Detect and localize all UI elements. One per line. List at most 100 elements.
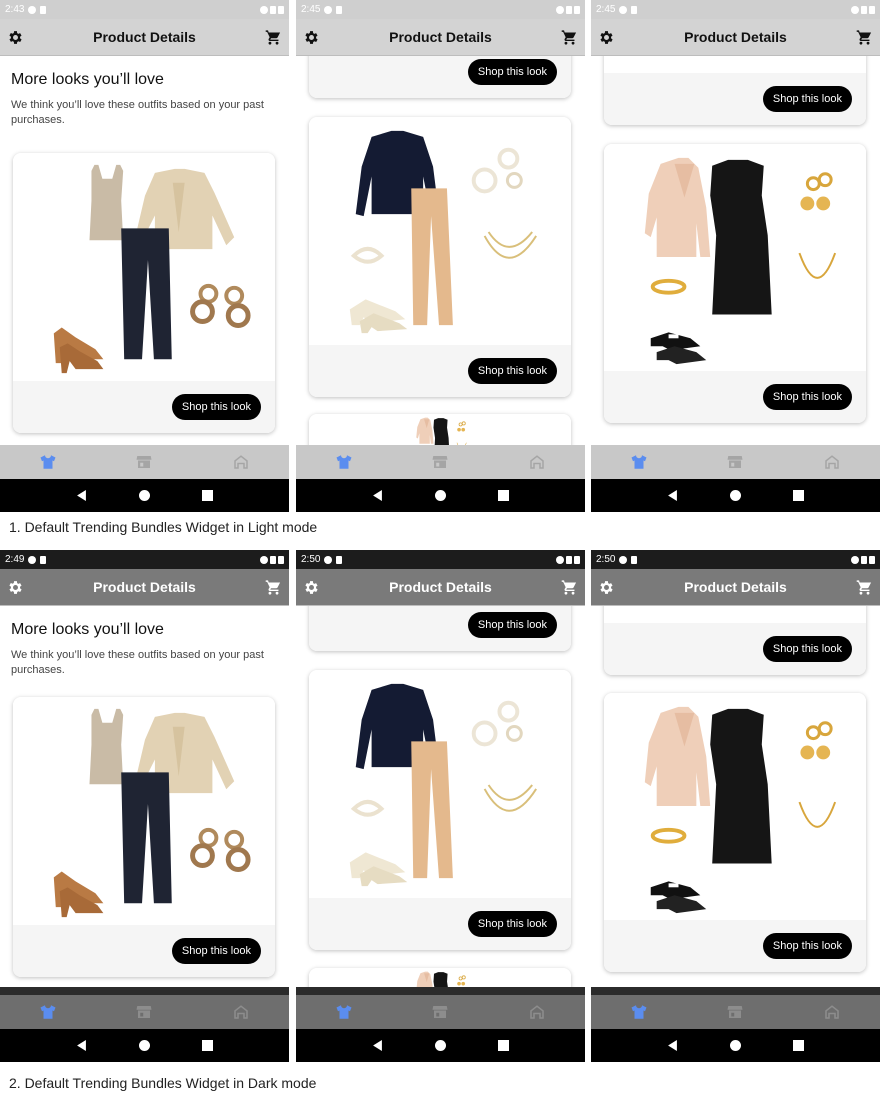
- nav-item-looks[interactable]: [28, 1003, 68, 1021]
- nav-item-looks[interactable]: [619, 453, 659, 471]
- gear-icon[interactable]: [598, 29, 615, 46]
- home-circle-icon[interactable]: [435, 1040, 446, 1051]
- gear-icon[interactable]: [598, 579, 615, 596]
- look-card[interactable]: Shop this look: [309, 56, 571, 98]
- look-card[interactable]: Shop this look: [604, 144, 866, 423]
- nav-item-store[interactable]: [715, 1003, 755, 1021]
- look-card[interactable]: Shop this look: [604, 56, 866, 125]
- home-circle-icon[interactable]: [139, 490, 150, 501]
- nav-item-looks[interactable]: [324, 453, 364, 471]
- shop-this-look-button[interactable]: Shop this look: [467, 911, 557, 937]
- home-circle-icon[interactable]: [730, 1040, 741, 1051]
- recents-square-icon[interactable]: [498, 1040, 509, 1051]
- content-area[interactable]: Shop this look Shop this look: [296, 56, 585, 445]
- shop-this-look-button[interactable]: Shop this look: [762, 384, 852, 410]
- home-circle-icon[interactable]: [435, 490, 446, 501]
- battery-icon: [574, 5, 580, 14]
- back-triangle-icon[interactable]: [372, 1040, 383, 1051]
- look-card[interactable]: Shop this look: [13, 153, 275, 433]
- back-triangle-icon[interactable]: [76, 490, 87, 501]
- recents-square-icon[interactable]: [498, 490, 509, 501]
- content-area[interactable]: Shop this look Shop this look: [591, 56, 880, 445]
- signal-icon: [861, 5, 867, 14]
- status-bar: 2:45: [591, 0, 880, 19]
- recents-square-icon[interactable]: [793, 1040, 804, 1051]
- status-bar: 2:49: [0, 550, 289, 569]
- gear-icon[interactable]: [7, 29, 24, 46]
- wifi-icon: [556, 555, 564, 564]
- nav-item-home[interactable]: [221, 453, 261, 471]
- gear-icon[interactable]: [7, 579, 24, 596]
- nav-item-looks[interactable]: [28, 453, 68, 471]
- cart-icon[interactable]: [265, 579, 282, 596]
- shop-this-look-button[interactable]: Shop this look: [467, 358, 557, 384]
- nav-item-home[interactable]: [517, 453, 557, 471]
- recents-square-icon[interactable]: [202, 490, 213, 501]
- look-card[interactable]: Shop this look: [13, 697, 275, 977]
- cart-icon[interactable]: [561, 579, 578, 596]
- notification-icon: [28, 555, 37, 564]
- system-nav: [591, 479, 880, 512]
- nav-item-home[interactable]: [221, 1003, 261, 1021]
- sim-icon: [40, 555, 47, 564]
- shop-this-look-button[interactable]: Shop this look: [171, 394, 261, 420]
- nav-item-looks[interactable]: [619, 1003, 659, 1021]
- nav-item-home[interactable]: [812, 1003, 852, 1021]
- shirt-icon: [335, 1003, 353, 1021]
- home-circle-icon[interactable]: [139, 1040, 150, 1051]
- wifi-icon: [851, 555, 859, 564]
- shop-this-look-button[interactable]: Shop this look: [762, 636, 852, 662]
- outfit-image: [604, 144, 866, 372]
- content-area[interactable]: Shop this look Shop this look: [296, 606, 585, 995]
- shop-this-look-button[interactable]: Shop this look: [762, 933, 852, 959]
- system-nav: [296, 1029, 585, 1062]
- signal-icon: [566, 555, 572, 564]
- look-card[interactable]: Shop this look: [309, 606, 571, 651]
- battery-icon: [574, 555, 580, 564]
- shirt-icon: [39, 453, 57, 471]
- back-triangle-icon[interactable]: [76, 1040, 87, 1051]
- outfit-image: [309, 414, 571, 445]
- look-card[interactable]: Shop this look: [604, 606, 866, 675]
- shop-this-look-button[interactable]: Shop this look: [762, 86, 852, 112]
- sim-icon: [40, 5, 47, 14]
- section-subtitle: We think you’ll love these outfits based…: [11, 649, 264, 676]
- cart-icon[interactable]: [856, 579, 873, 596]
- look-card[interactable]: Shop this look: [309, 670, 571, 950]
- shop-this-look-button[interactable]: Shop this look: [467, 612, 557, 638]
- recents-square-icon[interactable]: [202, 1040, 213, 1051]
- look-card[interactable]: Shop this look: [604, 693, 866, 972]
- phone-light-2: 2:45 Product Details Shop this look Shop…: [296, 0, 585, 512]
- content-area[interactable]: More looks you’ll love We think you’ll l…: [0, 606, 289, 995]
- shop-this-look-button[interactable]: Shop this look: [467, 59, 557, 85]
- phone-dark-3: 2:50 Product Details Shop this look Shop…: [591, 550, 880, 1062]
- nav-item-store[interactable]: [124, 453, 164, 471]
- shirt-icon: [39, 1003, 57, 1021]
- shop-this-look-button[interactable]: Shop this look: [171, 938, 261, 964]
- look-card[interactable]: [309, 414, 571, 445]
- content-area[interactable]: More looks you’ll love We think you’ll l…: [0, 56, 289, 445]
- home-circle-icon[interactable]: [730, 490, 741, 501]
- home-icon: [823, 453, 841, 471]
- back-triangle-icon[interactable]: [667, 490, 678, 501]
- nav-item-store[interactable]: [124, 1003, 164, 1021]
- nav-item-home[interactable]: [517, 1003, 557, 1021]
- nav-item-store[interactable]: [715, 453, 755, 471]
- nav-item-store[interactable]: [420, 1003, 460, 1021]
- shirt-icon: [630, 453, 648, 471]
- cart-icon[interactable]: [561, 29, 578, 46]
- cart-icon[interactable]: [856, 29, 873, 46]
- back-triangle-icon[interactable]: [667, 1040, 678, 1051]
- back-triangle-icon[interactable]: [372, 490, 383, 501]
- sim-icon: [631, 5, 638, 14]
- nav-item-home[interactable]: [812, 453, 852, 471]
- gear-icon[interactable]: [303, 579, 320, 596]
- cart-icon[interactable]: [265, 29, 282, 46]
- gear-icon[interactable]: [303, 29, 320, 46]
- look-card[interactable]: Shop this look: [309, 117, 571, 397]
- nav-item-looks[interactable]: [324, 1003, 364, 1021]
- content-area[interactable]: Shop this look Shop this look: [591, 606, 880, 995]
- recents-square-icon[interactable]: [793, 490, 804, 501]
- phone-light-3: 2:45 Product Details Shop this look Shop…: [591, 0, 880, 512]
- nav-item-store[interactable]: [420, 453, 460, 471]
